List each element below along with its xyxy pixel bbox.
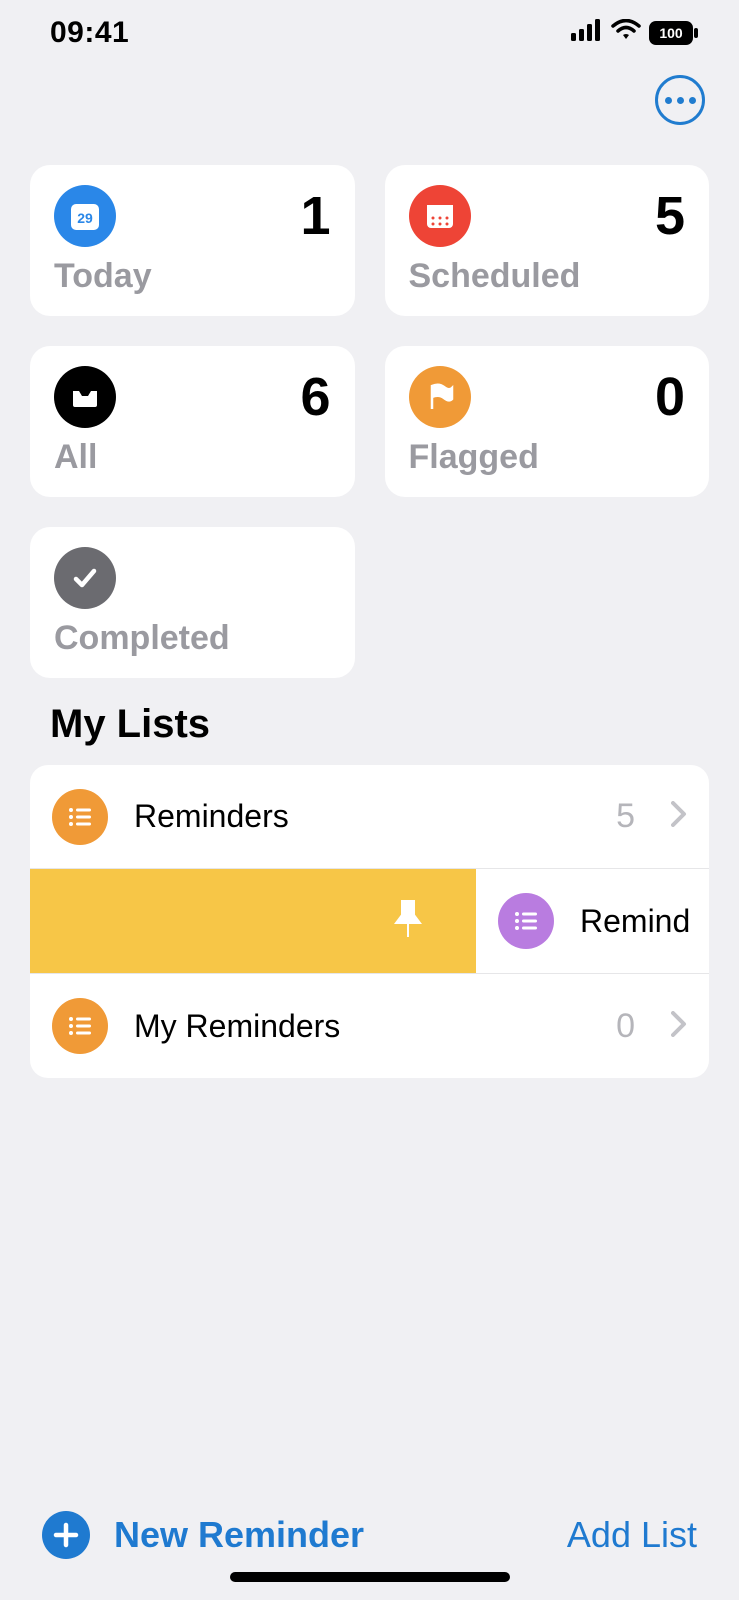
flagged-card[interactable]: 0 Flagged (385, 346, 710, 497)
scheduled-card[interactable]: 5 Scheduled (385, 165, 710, 316)
status-bar: 09:41 100 (0, 0, 739, 65)
add-list-button[interactable]: Add List (567, 1514, 697, 1556)
list-icon (52, 998, 108, 1054)
more-options-button[interactable] (655, 75, 705, 125)
list-icon (52, 789, 108, 845)
home-indicator[interactable] (230, 1572, 510, 1582)
list-name: My Reminders (134, 1008, 590, 1045)
list-row-content[interactable]: Remind (476, 869, 709, 973)
flagged-label: Flagged (409, 438, 686, 477)
list-count: 5 (616, 797, 635, 836)
all-card[interactable]: 6 All (30, 346, 355, 497)
flag-icon (409, 366, 471, 428)
scheduled-count: 5 (655, 189, 685, 243)
status-right: 100 (571, 19, 699, 46)
flagged-count: 0 (655, 370, 685, 424)
list-count: 0 (616, 1007, 635, 1046)
list-name: Remind (580, 903, 709, 940)
plus-circle-icon (42, 1511, 90, 1559)
cellular-icon (571, 19, 603, 46)
pin-icon (390, 897, 426, 946)
today-label: Today (54, 257, 331, 296)
status-time: 09:41 (50, 16, 129, 50)
completed-label: Completed (54, 619, 331, 658)
svg-text:29: 29 (77, 210, 93, 226)
inbox-icon (54, 366, 116, 428)
completed-card[interactable]: Completed (30, 527, 355, 678)
my-lists-container: Reminders 5 Remind My Reminders 0 (30, 765, 709, 1078)
list-row-swiped[interactable]: Remind (30, 869, 709, 974)
list-icon (498, 893, 554, 949)
my-lists-header: My Lists (0, 678, 739, 757)
new-reminder-label: New Reminder (114, 1514, 364, 1556)
svg-text:100: 100 (659, 25, 683, 41)
more-icon (665, 97, 672, 104)
list-name: Reminders (134, 798, 590, 835)
battery-icon: 100 (649, 21, 699, 45)
calendar-scheduled-icon (409, 185, 471, 247)
checkmark-icon (54, 547, 116, 609)
new-reminder-button[interactable]: New Reminder (42, 1511, 364, 1559)
calendar-today-icon: 29 (54, 185, 116, 247)
smart-lists-grid: 29 1 Today 5 Scheduled 6 All 0 (0, 145, 739, 678)
header-row (0, 65, 739, 145)
today-card[interactable]: 29 1 Today (30, 165, 355, 316)
chevron-right-icon (671, 1011, 687, 1042)
list-row[interactable]: Reminders 5 (30, 765, 709, 869)
chevron-right-icon (671, 801, 687, 832)
scheduled-label: Scheduled (409, 257, 686, 296)
today-count: 1 (300, 189, 330, 243)
all-count: 6 (300, 370, 330, 424)
pin-action-button[interactable] (30, 869, 476, 973)
wifi-icon (611, 19, 641, 46)
list-row[interactable]: My Reminders 0 (30, 974, 709, 1078)
all-label: All (54, 438, 331, 477)
